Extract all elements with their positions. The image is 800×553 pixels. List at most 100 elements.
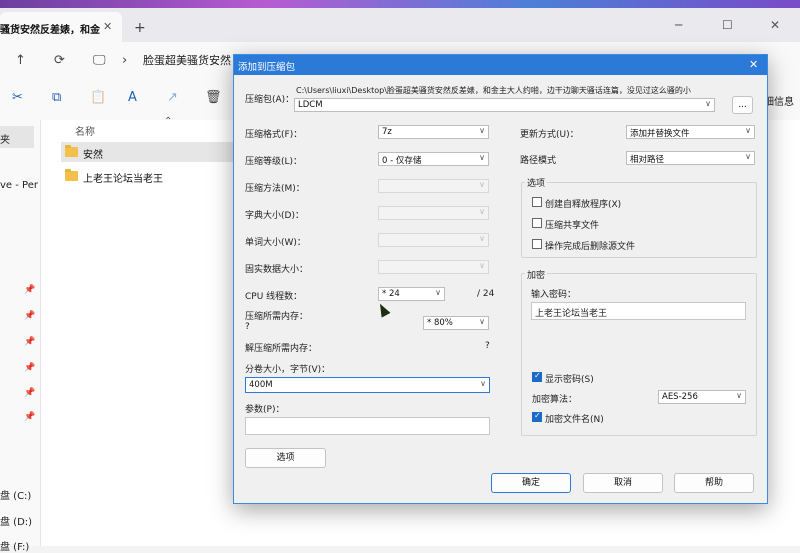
refresh-icon[interactable]: ⟳ (54, 53, 65, 68)
chevron-down-icon: ∨ (705, 99, 711, 108)
up-arrow-icon[interactable]: ↑ (15, 53, 26, 68)
options-group-title: 选项 (525, 176, 548, 189)
sidebar-drive-d[interactable]: 盘 (D:) (0, 513, 32, 528)
password-input[interactable]: 上老王论坛当老王 (531, 302, 746, 320)
show-password-label: 显示密码(S) (545, 375, 594, 385)
chevron-down-icon: ∨ (479, 234, 485, 243)
encrypt-names-checkbox[interactable]: ✓ (532, 411, 542, 422)
browse-button[interactable]: ... (732, 96, 753, 114)
encryption-group-title: 加密 (525, 268, 548, 281)
folder-icon (65, 169, 78, 181)
dict-select[interactable]: ∨ (378, 206, 489, 220)
pin-icon: 📌 (24, 285, 36, 295)
help-button[interactable]: 帮助 (674, 473, 754, 493)
chevron-down-icon: ∨ (479, 317, 485, 326)
browser-tab[interactable]: 骚货安然反差婊，和金 ✕ (0, 12, 122, 42)
method-select[interactable]: ∨ (378, 179, 489, 193)
details-label[interactable]: 细信息 (764, 93, 794, 108)
copy-icon[interactable]: ⧉ (52, 90, 61, 105)
delete-icon[interactable]: 🗑 (205, 90, 222, 105)
path-mode-value: 相对路径 (630, 155, 665, 165)
password-label: 输入密码： (531, 290, 577, 300)
archive-label: 压缩包(A)： (245, 95, 295, 105)
chevron-down-icon: ∨ (479, 153, 485, 162)
word-select[interactable]: ∨ (378, 233, 489, 247)
ok-button[interactable]: 确定 (491, 473, 571, 493)
encryption-group: 加密 输入密码： 上老王论坛当老王 ✓ 显示密码(S) 加密算法： AES-25… (521, 268, 757, 436)
delete-source-checkbox[interactable] (532, 239, 542, 249)
shared-files-checkbox[interactable] (532, 218, 542, 228)
format-label: 压缩格式(F)： (245, 130, 303, 140)
show-password-checkbox[interactable]: ✓ (532, 371, 542, 382)
params-input[interactable] (245, 417, 490, 435)
window-close-icon[interactable]: ✕ (770, 18, 780, 32)
encrypt-names-label: 加密文件名(N) (545, 415, 604, 425)
sidebar-drive-c[interactable]: 盘 (C:) (0, 487, 31, 502)
update-select[interactable]: 添加并替换文件 ∨ (626, 125, 755, 139)
pin-icon: 📌 (24, 363, 36, 373)
sidebar-item-onedrive[interactable]: ve - Per (0, 180, 38, 191)
minimize-icon[interactable]: ─ (675, 18, 682, 32)
cut-icon[interactable]: ✂ (12, 90, 23, 105)
chevron-down-icon: ∨ (479, 126, 485, 135)
checkmark-icon: ✓ (534, 411, 541, 420)
params-label: 参数(P)： (245, 405, 285, 415)
maximize-icon[interactable]: ☐ (722, 18, 733, 32)
format-select[interactable]: 7z ∨ (378, 125, 489, 139)
memory-value: * 80% (427, 318, 453, 328)
word-label: 单词大小(W)： (245, 238, 306, 248)
chevron-down-icon: ∨ (479, 261, 485, 270)
update-label: 更新方式(U)： (520, 130, 579, 140)
breadcrumb[interactable]: 脸蛋超美骚货安然 (143, 52, 231, 68)
path-mode-label: 路径模式 (520, 156, 557, 166)
file-name: 上老王论坛当老王 (83, 174, 163, 185)
path-mode-select[interactable]: 相对路径 ∨ (626, 151, 755, 165)
folder-icon (65, 145, 78, 157)
cpu-select[interactable]: * 24 ∨ (378, 287, 445, 301)
options-button[interactable]: 选项 (245, 448, 326, 468)
update-value: 添加并替换文件 (630, 129, 690, 139)
sidebar-item-label: 夹 (0, 135, 10, 146)
level-select[interactable]: 0 - 仅存储 ∨ (378, 152, 489, 166)
share-icon[interactable]: ↗ (167, 90, 178, 105)
enc-method-label: 加密算法： (532, 395, 578, 405)
dialog-close-icon[interactable]: ✕ (749, 58, 758, 71)
archive-path: C:\Users\liuxi\Desktop\脸蛋超美骚货安然反差婊，和金主大人… (296, 86, 691, 95)
tab-close-icon[interactable]: ✕ (103, 20, 112, 33)
sidebar-item-selected[interactable]: 夹 (0, 126, 34, 148)
paste-icon[interactable]: 📋 (90, 90, 106, 105)
memory-unknown: ? (245, 322, 250, 332)
sfx-label: 创建自释放程序(X) (545, 200, 622, 210)
list-item[interactable]: 安然 (61, 142, 233, 162)
delete-source-label: 操作完成后删除源文件 (545, 242, 636, 252)
archive-name-combo[interactable]: LDCM ∨ (294, 98, 715, 112)
archive-name-value: LDCM (298, 100, 323, 110)
new-tab-icon[interactable]: + (134, 20, 146, 36)
method-label: 压缩方法(M)： (245, 184, 305, 194)
decomp-memory-label: 解压缩所需内存： (245, 344, 318, 354)
cancel-button[interactable]: 取消 (583, 473, 663, 493)
cpu-total: / 24 (477, 289, 495, 299)
monitor-icon[interactable]: 🖵 (93, 53, 106, 68)
pin-icon: 📌 (24, 388, 36, 398)
chevron-down-icon: ∨ (479, 180, 485, 189)
solid-select[interactable]: ∨ (378, 260, 489, 274)
split-size-combo[interactable]: 400M ∨ (245, 377, 490, 393)
rename-icon[interactable]: A (128, 90, 137, 105)
enc-method-value: AES-256 (662, 392, 698, 402)
list-item[interactable]: 上老王论坛当老王 (61, 166, 233, 186)
pin-icon: 📌 (24, 412, 36, 422)
split-label: 分卷大小，字节(V)： (245, 365, 331, 375)
chevron-down-icon: ∨ (745, 126, 751, 135)
memory-select[interactable]: * 80% ∨ (423, 316, 489, 330)
dialog-titlebar[interactable]: 添加到压缩包 ✕ (234, 55, 767, 75)
chevron-down-icon: ∨ (479, 207, 485, 216)
enc-method-select[interactable]: AES-256 ∨ (658, 390, 746, 404)
chevron-down-icon: ∨ (435, 288, 441, 297)
file-name: 安然 (83, 150, 103, 161)
breadcrumb-separator-icon: › (122, 53, 128, 68)
sort-arrow-icon: ⌃ (164, 116, 173, 127)
column-header-name[interactable]: 名称 (75, 123, 95, 138)
pin-icon: 📌 (24, 337, 36, 347)
sfx-checkbox[interactable] (532, 197, 542, 207)
